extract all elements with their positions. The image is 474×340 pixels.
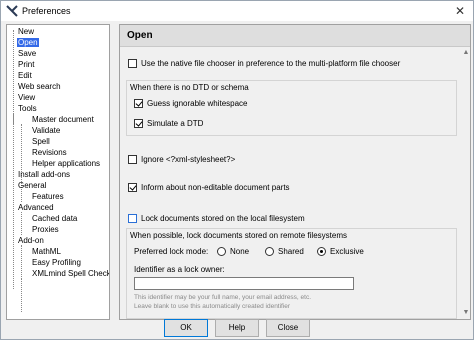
scroll-up-icon[interactable]: ▲ (462, 49, 470, 57)
tree-item-save[interactable]: Save (17, 48, 37, 59)
window-title: Preferences (22, 6, 71, 16)
dtd-group-title: When there is no DTD or schema (130, 83, 249, 92)
lock-mode-shared-radio[interactable] (265, 247, 274, 256)
native-chooser-checkbox[interactable] (128, 59, 137, 68)
native-chooser-label: Use the native file chooser in preferenc… (141, 59, 401, 68)
tree-item-general[interactable]: General (17, 180, 47, 191)
category-tree[interactable]: New Open Save Print Edit Web search View… (6, 24, 110, 320)
tree-item-proxies[interactable]: Proxies (31, 224, 60, 235)
inform-non-editable-checkbox[interactable] (128, 183, 137, 192)
inform-non-editable-label: Inform about non-editable document parts (141, 183, 290, 192)
close-button[interactable]: Close (266, 319, 310, 337)
lock-mode-exclusive-label: Exclusive (330, 247, 364, 256)
tree-item-helper-applications[interactable]: Helper applications (31, 158, 101, 169)
ok-button[interactable]: OK (164, 319, 208, 337)
ignore-stylesheet-label: Ignore <?xml-stylesheet?> (141, 155, 236, 164)
tree-item-spell[interactable]: Spell (31, 136, 51, 147)
tree-item-open[interactable]: Open (17, 37, 39, 48)
lock-owner-input[interactable] (134, 277, 354, 290)
simulate-dtd-label: Simulate a DTD (147, 119, 204, 128)
guess-whitespace-label: Guess ignorable whitespace (147, 99, 248, 108)
lock-mode-label: Preferred lock mode: (134, 247, 209, 256)
tree-item-view[interactable]: View (17, 92, 36, 103)
tree-item-web-search[interactable]: Web search (17, 81, 62, 92)
tree-item-tools[interactable]: Tools (17, 103, 38, 114)
tree-item-validate[interactable]: Validate (31, 125, 61, 136)
ignore-stylesheet-checkbox[interactable] (128, 155, 137, 164)
tree-item-install-add-ons[interactable]: Install add-ons (17, 169, 71, 180)
preferences-window: Preferences ✕ New Open Save Print Edit W… (0, 0, 474, 340)
tree-item-print[interactable]: Print (17, 59, 35, 70)
tree-item-cached-data[interactable]: Cached data (31, 213, 78, 224)
remote-lock-title: When possible, lock documents stored on … (130, 231, 347, 240)
lock-mode-exclusive-radio[interactable] (317, 247, 326, 256)
help-button[interactable]: Help (215, 319, 259, 337)
tree-item-master-document[interactable]: Master document (31, 114, 95, 125)
settings-panel: Open ▲ ▼ Use the native file chooser in … (119, 24, 471, 320)
tree-item-add-on[interactable]: Add-on (17, 235, 45, 246)
lock-owner-label: Identifier as a lock owner: (134, 265, 225, 274)
xmlmind-app-icon (6, 5, 18, 17)
scroll-down-icon[interactable]: ▼ (462, 309, 470, 317)
panel-heading: Open (120, 25, 470, 47)
tree-item-edit[interactable]: Edit (17, 70, 33, 81)
lock-local-checkbox[interactable] (128, 214, 137, 223)
lock-local-label: Lock documents stored on the local files… (141, 214, 305, 223)
tree-item-revisions[interactable]: Revisions (31, 147, 68, 158)
lock-mode-none-radio[interactable] (217, 247, 226, 256)
close-window-icon[interactable]: ✕ (453, 4, 467, 18)
guess-whitespace-checkbox[interactable] (134, 99, 143, 108)
simulate-dtd-checkbox[interactable] (134, 119, 143, 128)
lock-mode-shared-label: Shared (278, 247, 304, 256)
tree-item-mathml[interactable]: MathML (31, 246, 62, 257)
lock-mode-none-label: None (230, 247, 250, 256)
tree-item-features[interactable]: Features (31, 191, 65, 202)
lock-owner-note-1: This identifier may be your full name, y… (134, 294, 312, 301)
title-bar: Preferences ✕ (1, 1, 473, 21)
tree-item-easy-profiling[interactable]: Easy Profiling (31, 257, 82, 268)
tree-item-advanced[interactable]: Advanced (17, 202, 55, 213)
tree-item-new[interactable]: New (17, 26, 35, 37)
lock-owner-note-2: Leave blank to use this automatically cr… (134, 303, 291, 310)
tree-item-xmlmind-spell-checker[interactable]: XMLmind Spell Checker (31, 268, 109, 279)
